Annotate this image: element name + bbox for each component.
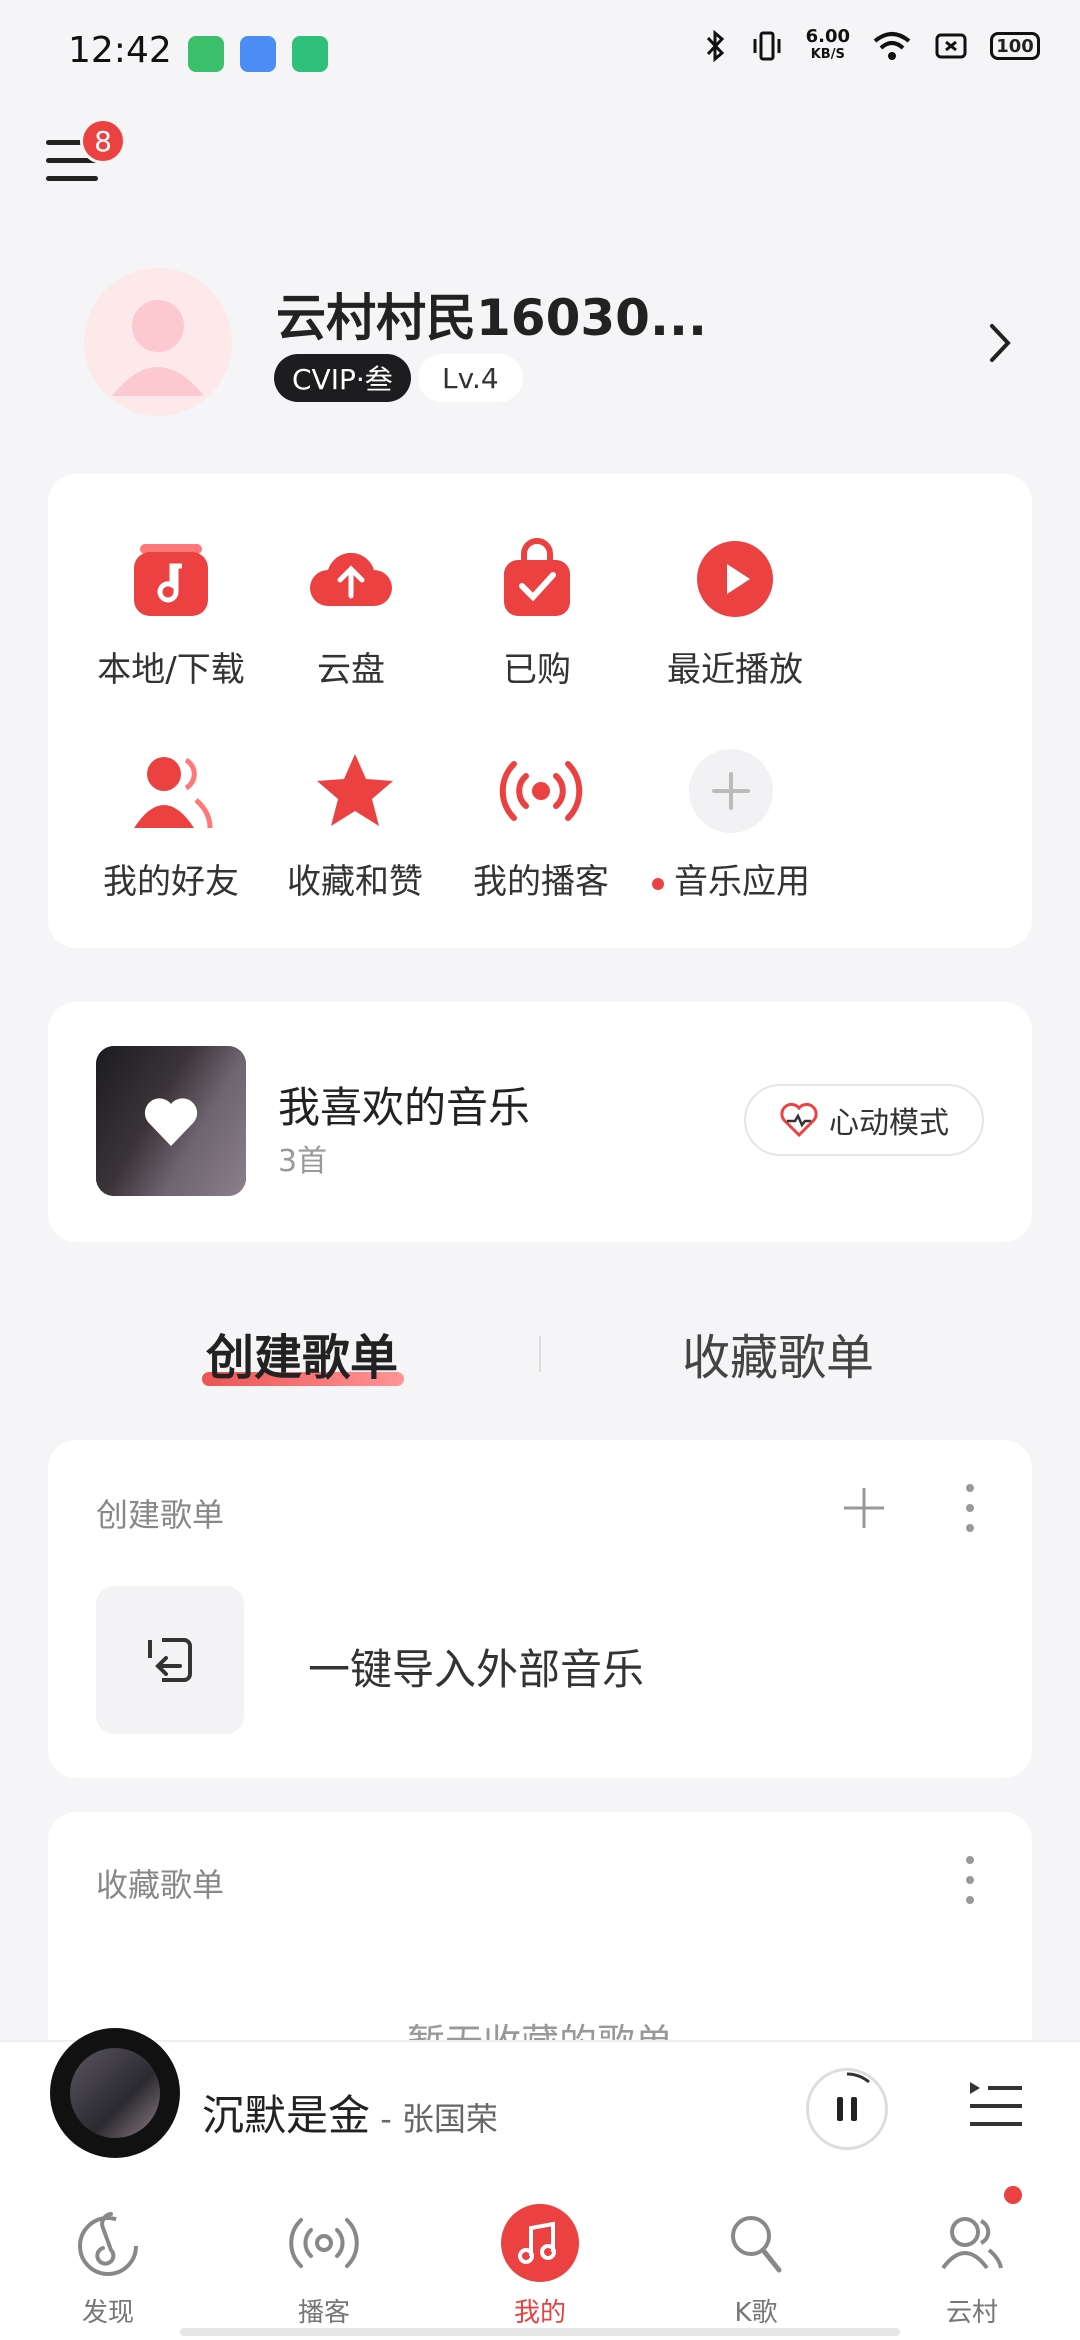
message-notification-icon <box>240 36 276 72</box>
import-icon <box>148 1638 192 1682</box>
heart-icon <box>144 1098 198 1146</box>
pause-icon <box>837 2072 870 2121</box>
nav-label: 我的 <box>513 2298 566 2328</box>
grid-item-music-apps[interactable]: 音乐应用 <box>608 746 854 903</box>
album-art <box>70 2048 160 2138</box>
podcast-icon <box>289 2218 359 2268</box>
purchased-bag-icon <box>504 538 570 616</box>
song-artist: - 张国荣 <box>370 2100 498 2138</box>
avatar[interactable] <box>84 268 232 416</box>
new-dot <box>652 877 664 890</box>
menu-notification-badge: 8 <box>80 118 126 164</box>
collected-section-title: 收藏歌单 <box>96 1866 225 1904</box>
username[interactable]: 云村村民16030... <box>276 278 707 350</box>
playlist-queue-icon[interactable] <box>966 2076 1026 2136</box>
nav-label: 播客 <box>297 2298 350 2328</box>
song-title: 沉默是金 <box>202 2091 371 2140</box>
star-icon <box>317 754 393 826</box>
import-music-button[interactable] <box>96 1586 244 1734</box>
more-options-icon[interactable] <box>958 1852 982 1908</box>
status-bar: 12:42 6.00 KB/S 100 <box>0 0 1080 108</box>
grid-item-label-text: 音乐应用 <box>674 862 810 902</box>
status-time: 12:42 <box>68 30 172 71</box>
nav-community[interactable]: 云村 <box>892 2204 1052 2329</box>
wechat-notification-icon <box>188 36 224 72</box>
local-download-icon <box>134 544 208 616</box>
status-icons: 6.00 KB/S 100 <box>704 28 1040 64</box>
liked-music-title: 我喜欢的音乐 <box>278 1083 531 1132</box>
vibrate-icon <box>753 31 781 61</box>
no-sim-icon <box>935 33 967 59</box>
nav-discover[interactable]: 发现 <box>28 2204 188 2329</box>
nav-label: 发现 <box>81 2298 134 2328</box>
more-options-icon[interactable] <box>958 1480 982 1536</box>
menu-icon-line <box>46 140 84 145</box>
add-playlist-icon[interactable] <box>840 1484 888 1532</box>
created-section-title: 创建歌单 <box>96 1496 225 1534</box>
wifi-icon <box>873 32 911 60</box>
created-playlists-card: 创建歌单 一键导入外部音乐 <box>48 1440 1032 1778</box>
heart-mode-button[interactable]: 心动模式 <box>744 1084 984 1156</box>
network-speed-value: 6.00 <box>805 26 850 47</box>
import-music-label[interactable]: 一键导入外部音乐 <box>308 1636 644 1697</box>
grid-item-label: 音乐应用 <box>608 854 854 903</box>
nav-karaoke[interactable]: K歌 <box>676 2204 836 2329</box>
now-playing-info[interactable]: 沉默是金 - 张国荣 <box>202 2082 498 2143</box>
grid-item-recent-play[interactable]: 最近播放 <box>612 534 858 691</box>
pause-button[interactable] <box>806 2068 888 2150</box>
tab-created-playlists[interactable]: 创建歌单 <box>206 1318 398 1388</box>
community-new-dot <box>1004 2186 1022 2204</box>
album-disc[interactable] <box>50 2028 180 2158</box>
phone-notification-icon <box>292 36 328 72</box>
vip-badge[interactable]: CVIP·叁 <box>274 354 411 402</box>
liked-music-cover <box>96 1046 246 1196</box>
music-note-icon <box>501 2204 579 2282</box>
battery-indicator: 100 <box>990 32 1040 60</box>
discover-icon <box>78 2212 138 2276</box>
podcast-icon <box>499 761 583 821</box>
nav-label: 云村 <box>945 2298 998 2328</box>
chevron-right-icon[interactable] <box>980 318 1020 368</box>
nav-podcast[interactable]: 播客 <box>244 2204 404 2329</box>
liked-music-count: 3首 <box>278 1144 328 1179</box>
level-badge[interactable]: Lv.4 <box>418 354 523 402</box>
tab-divider <box>539 1336 541 1372</box>
nav-mine[interactable]: 我的 <box>460 2204 620 2329</box>
recent-play-icon <box>697 541 773 617</box>
network-speed-unit: KB/S <box>810 47 845 62</box>
heartbeat-icon <box>780 1102 818 1138</box>
menu-icon-line <box>46 176 98 181</box>
liked-music-card[interactable]: 我喜欢的音乐 3首 心动模式 <box>48 1002 1032 1242</box>
network-speed: 6.00 KB/S <box>806 28 850 64</box>
default-avatar-icon <box>112 300 204 396</box>
heart-mode-label: 心动模式 <box>829 1106 949 1141</box>
bluetooth-icon <box>706 29 724 63</box>
grid-item-label: 最近播放 <box>667 650 803 690</box>
community-icon <box>941 2217 1003 2270</box>
app-screen: 12:42 6.00 KB/S 100 8 云村村民16030... CVIP·… <box>0 0 1080 2340</box>
home-indicator <box>180 2328 900 2336</box>
microphone-icon <box>731 2216 782 2273</box>
nav-label: K歌 <box>734 2298 778 2328</box>
add-icon <box>689 749 773 833</box>
cloud-upload-icon <box>310 552 392 606</box>
friends-icon <box>134 757 213 829</box>
quick-actions-card: 本地/下载 云盘 已购 最近播放 我的好友 收藏和赞 我的播客 音乐应用 <box>48 474 1032 948</box>
tab-collected-playlists[interactable]: 收藏歌单 <box>682 1318 874 1388</box>
